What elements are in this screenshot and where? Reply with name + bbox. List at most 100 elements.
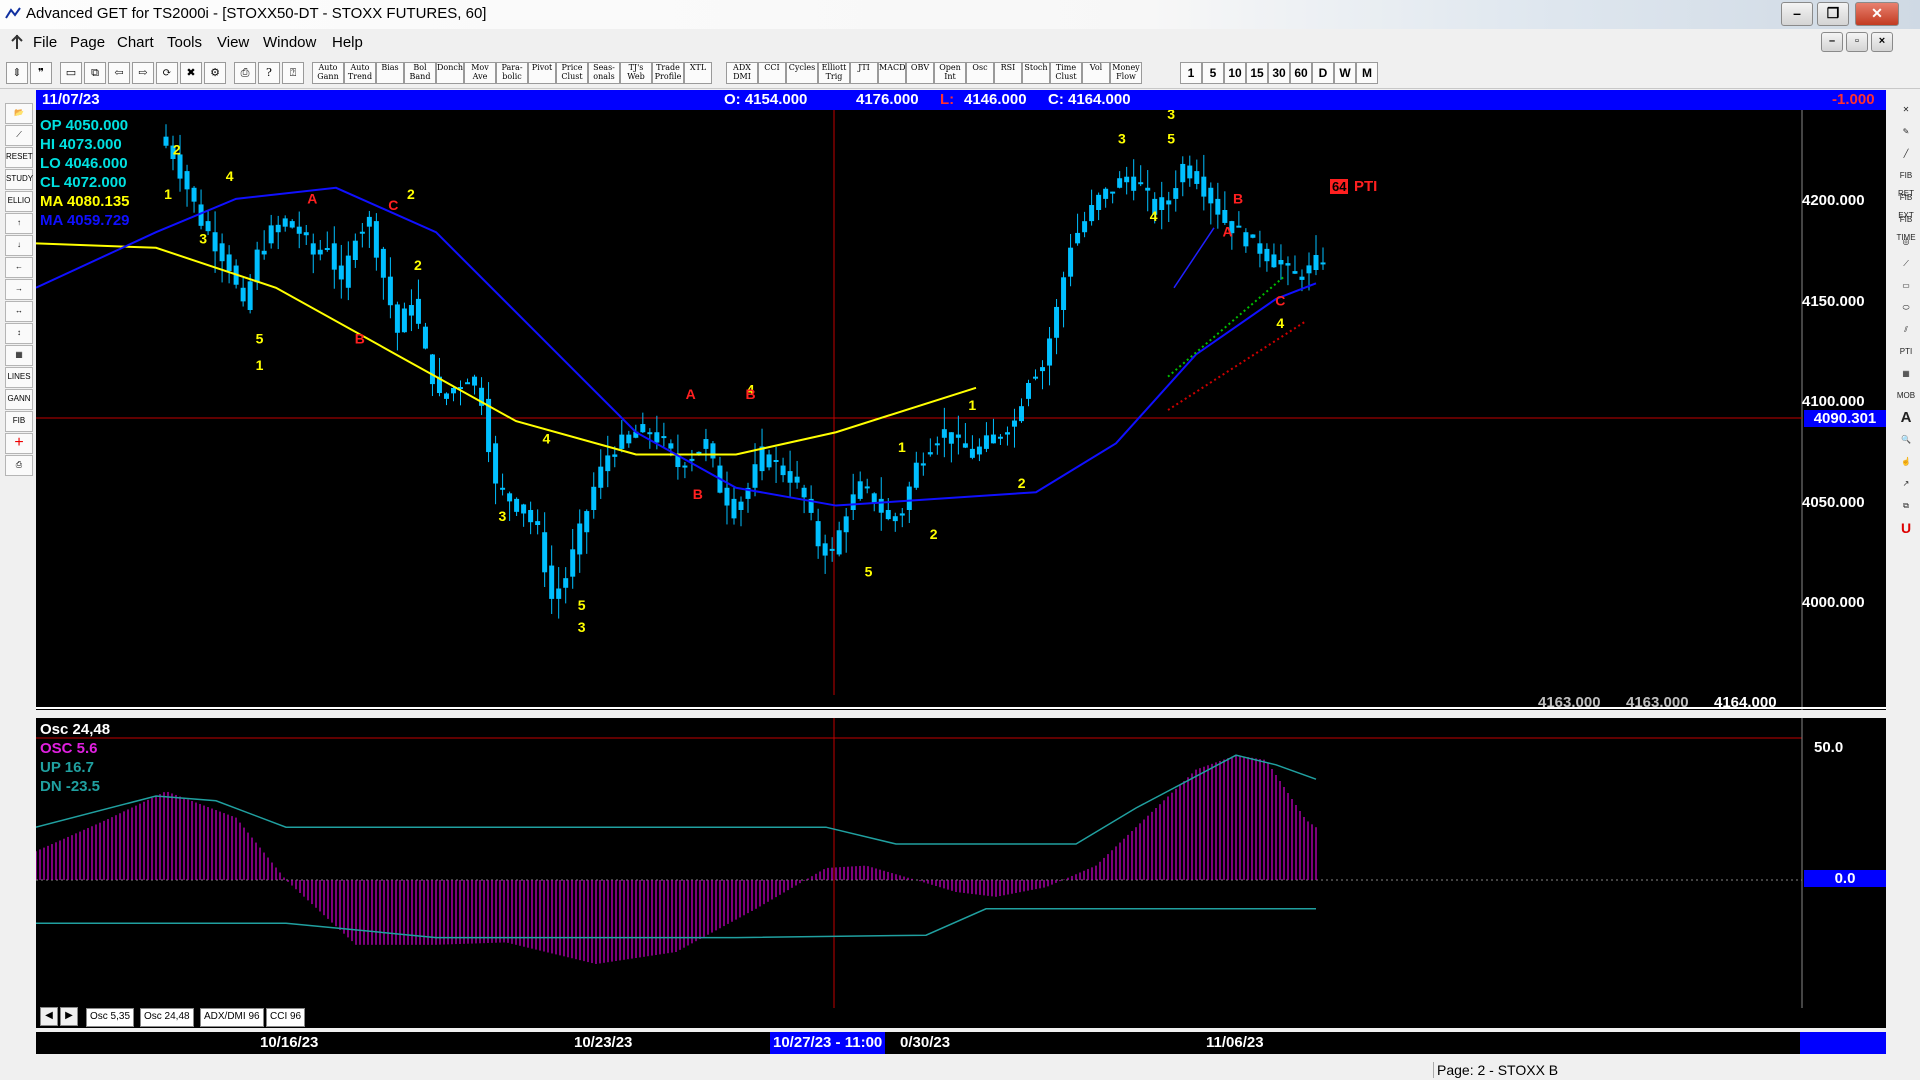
menu-file[interactable]: File: [33, 34, 57, 51]
mdi-close-button[interactable]: ×: [1871, 32, 1893, 52]
left-tool-zoom-h-icon[interactable]: ↔: [5, 301, 33, 322]
right-tool-text-A[interactable]: A: [1894, 409, 1918, 428]
indicator-elliott-trig[interactable]: Elliott Trig: [818, 62, 850, 84]
mdi-minimize-button[interactable]: –: [1821, 32, 1843, 52]
timeframe-D[interactable]: D: [1312, 62, 1334, 84]
timeframe-30[interactable]: 30: [1268, 62, 1290, 84]
left-tool-fib[interactable]: FIB: [5, 411, 33, 432]
right-tool-zoom-icon[interactable]: 🔍: [1894, 431, 1918, 450]
left-tool-up-arrow-icon[interactable]: ↑: [5, 213, 33, 234]
refresh-icon[interactable]: ⟳: [156, 62, 178, 84]
quotes-icon[interactable]: ❞: [30, 62, 52, 84]
right-tool-fib-ext[interactable]: FIB EXT: [1894, 189, 1918, 220]
tab-scroll-right[interactable]: ▶: [60, 1007, 78, 1026]
copy-page-icon[interactable]: ⧉: [84, 62, 106, 84]
indicator-pivot[interactable]: Pivot: [528, 62, 556, 84]
indicator-time-clust[interactable]: Time Clust: [1050, 62, 1082, 84]
tab-osc-5-35[interactable]: Osc 5,35: [86, 1008, 135, 1027]
indicator-tj-s-web[interactable]: TJ's Web: [620, 62, 652, 84]
left-tool-right-arrow-icon[interactable]: →: [5, 279, 33, 300]
indicator-seas-onals[interactable]: Seas-onals: [588, 62, 620, 84]
tab-cci-96[interactable]: CCI 96: [266, 1008, 306, 1027]
timeframe-M[interactable]: M: [1356, 62, 1378, 84]
indicator-mov-ave[interactable]: Mov Ave: [464, 62, 496, 84]
menu-help[interactable]: Help: [332, 34, 363, 51]
tab-adx-dmi-96[interactable]: ADX/DMI 96: [200, 1008, 264, 1027]
price-chart[interactable]: 21435122435341251233544ACBABBBAC OP 4050…: [36, 110, 1886, 711]
right-tool-circle-icon[interactable]: ◎: [1894, 233, 1918, 252]
timeframe-5[interactable]: 5: [1202, 62, 1224, 84]
left-tool-print-icon[interactable]: ⎙: [5, 455, 33, 476]
right-tool-hand-icon[interactable]: ☝: [1894, 453, 1918, 472]
back-icon[interactable]: ⇦: [108, 62, 130, 84]
minimize-button[interactable]: –: [1781, 2, 1813, 26]
help-icon[interactable]: ?: [258, 62, 280, 84]
menu-page[interactable]: Page: [70, 34, 105, 51]
right-tool-rect-icon[interactable]: ▭: [1894, 277, 1918, 296]
close-button[interactable]: ✕: [1855, 2, 1899, 26]
timeframe-60[interactable]: 60: [1290, 62, 1312, 84]
menu-window[interactable]: Window: [263, 34, 316, 51]
indicator-cycles[interactable]: Cycles: [786, 62, 818, 84]
oscillator-panel[interactable]: Osc 24,48 OSC 5.6 UP 16.7 DN -23.5 50.0 …: [36, 718, 1886, 1028]
menu-chart[interactable]: Chart: [117, 34, 154, 51]
mdi-restore-button[interactable]: ▫: [1846, 32, 1868, 52]
timeframe-10[interactable]: 10: [1224, 62, 1246, 84]
tab-osc-24-48[interactable]: Osc 24,48: [140, 1008, 194, 1027]
right-tool-PTI[interactable]: PTI: [1894, 343, 1918, 362]
left-tool-open-icon[interactable]: 📂: [5, 103, 33, 124]
whats-this-icon[interactable]: ⍰: [282, 62, 304, 84]
menu-tools[interactable]: Tools: [167, 34, 202, 51]
right-tool-channel-icon[interactable]: ⫽: [1894, 321, 1918, 340]
indicator-bol-band[interactable]: Bol Band: [404, 62, 436, 84]
timeframe-W[interactable]: W: [1334, 62, 1356, 84]
right-tool-mob[interactable]: MOB: [1894, 387, 1918, 406]
forward-icon[interactable]: ⇨: [132, 62, 154, 84]
right-tool-fib-time[interactable]: FIB TIME: [1894, 211, 1918, 242]
indicator-rsi[interactable]: RSI: [994, 62, 1022, 84]
left-tool-grid-icon[interactable]: ▦: [5, 345, 33, 366]
indicator-price-clust[interactable]: Price Clust: [556, 62, 588, 84]
indicator-macd[interactable]: MACD: [878, 62, 906, 84]
left-tool-gann[interactable]: GANN: [5, 389, 33, 410]
timeframe-15[interactable]: 15: [1246, 62, 1268, 84]
app-menu-icon[interactable]: [10, 34, 24, 50]
right-tool-ellipse-icon[interactable]: ⬭: [1894, 299, 1918, 318]
right-tool-grid-icon[interactable]: ▦: [1894, 365, 1918, 384]
indicator-trade-profile[interactable]: Trade Profile: [652, 62, 684, 84]
right-tool-copy-icon[interactable]: ⧉: [1894, 497, 1918, 516]
indicator-vol[interactable]: Vol: [1082, 62, 1110, 84]
left-tool-study[interactable]: STUDY: [5, 169, 33, 190]
indicator-xtl[interactable]: XTL: [684, 62, 712, 84]
indicator-osc[interactable]: Osc: [966, 62, 994, 84]
left-tool-left-arrow-icon[interactable]: ←: [5, 257, 33, 278]
indicator-donch[interactable]: Donch: [436, 62, 464, 84]
right-tool-fan-icon[interactable]: ⟋: [1894, 255, 1918, 274]
indicator-open-int[interactable]: Open Int: [934, 62, 966, 84]
timeframe-1[interactable]: 1: [1180, 62, 1202, 84]
print-icon[interactable]: ⎙: [234, 62, 256, 84]
indicator-stoch[interactable]: Stoch: [1022, 62, 1050, 84]
indicator-jti[interactable]: JTI: [850, 62, 878, 84]
cursor-icon[interactable]: ⇕: [6, 62, 28, 84]
indicator-bias[interactable]: Bias: [376, 62, 404, 84]
right-tool-x-icon[interactable]: ✕: [1894, 101, 1918, 120]
right-tool-line-icon[interactable]: ╱: [1894, 145, 1918, 164]
indicator-auto-trend[interactable]: Auto Trend: [344, 62, 376, 84]
left-tool-reset[interactable]: RESET: [5, 147, 33, 168]
right-tool-arrow-icon[interactable]: ↗: [1894, 475, 1918, 494]
menu-view[interactable]: View: [217, 34, 249, 51]
indicator-adx-dmi[interactable]: ADX DMI: [726, 62, 758, 84]
right-tool-fib-ret[interactable]: FIB RET: [1894, 167, 1918, 198]
left-tool-elliott[interactable]: ELLIO: [5, 191, 33, 212]
maximize-button[interactable]: ❐: [1817, 2, 1849, 26]
indicator-cci[interactable]: CCI: [758, 62, 786, 84]
left-tool-cross-icon[interactable]: +: [5, 433, 33, 454]
new-icon[interactable]: ▭: [60, 62, 82, 84]
left-tool-trend-icon[interactable]: ⟋: [5, 125, 33, 146]
right-tool-pencil-icon[interactable]: ✎: [1894, 123, 1918, 142]
left-tool-down-arrow-icon[interactable]: ↓: [5, 235, 33, 256]
left-tool-lines[interactable]: LINES: [5, 367, 33, 388]
settings-icon[interactable]: ⚙: [204, 62, 226, 84]
tab-scroll-left[interactable]: ◀: [40, 1007, 58, 1026]
